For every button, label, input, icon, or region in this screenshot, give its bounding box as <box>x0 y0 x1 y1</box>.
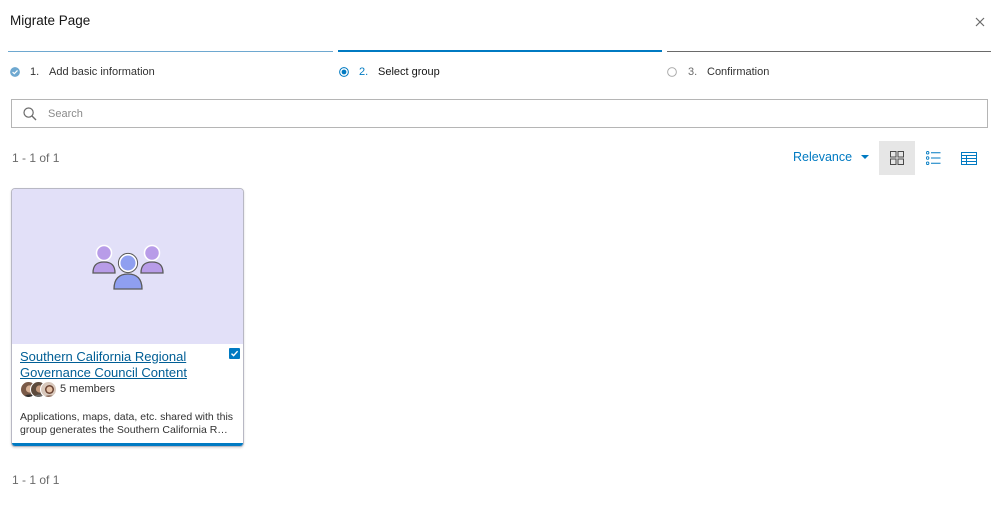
group-select-checkbox[interactable] <box>229 348 240 359</box>
list-icon <box>925 151 940 165</box>
step-number: 1. <box>30 66 40 78</box>
close-button[interactable] <box>971 13 989 31</box>
step-number: 3. <box>688 66 698 78</box>
sort-dropdown[interactable]: Relevance <box>793 150 870 164</box>
radio-empty-icon <box>667 67 677 77</box>
close-icon <box>975 17 985 27</box>
step-confirmation[interactable]: 3. Confirmation <box>667 44 991 84</box>
step-progress-bar <box>338 50 662 52</box>
step-progress-bar <box>8 51 333 52</box>
results-count-footer: 1 - 1 of 1 <box>12 473 60 487</box>
search-input[interactable] <box>48 105 948 123</box>
stepper: 1. Add basic information 2. Select group… <box>0 44 999 84</box>
group-description: Applications, maps, data, etc. shared wi… <box>20 411 238 437</box>
search-bar <box>11 99 988 128</box>
group-title-link[interactable]: Southern California Regional Governance … <box>20 349 215 381</box>
step-label: Select group <box>378 66 440 78</box>
search-icon <box>23 107 37 121</box>
member-avatars <box>20 381 60 399</box>
selected-indicator <box>12 443 243 446</box>
check-circle-icon <box>10 67 20 77</box>
checkmark-icon <box>231 350 239 357</box>
caret-down-icon <box>861 155 870 159</box>
group-thumbnail <box>12 189 243 344</box>
description-line: group generates the Southern California … <box>20 424 230 436</box>
step-label: Confirmation <box>707 66 770 78</box>
step-label: Add basic information <box>49 66 155 78</box>
table-icon <box>961 151 977 165</box>
member-count: 5 members <box>60 383 116 395</box>
sort-label: Relevance <box>793 150 853 164</box>
list-view-button[interactable] <box>915 141 951 175</box>
avatar <box>40 381 57 398</box>
group-users-icon <box>92 244 164 290</box>
step-number: 2. <box>359 66 369 78</box>
description-line: Applications, maps, data, etc. shared wi… <box>20 411 234 423</box>
table-view-button[interactable] <box>951 141 987 175</box>
step-add-basic-information[interactable]: 1. Add basic information <box>8 44 333 84</box>
dialog-title: Migrate Page <box>10 13 91 28</box>
step-progress-bar <box>667 51 991 52</box>
radio-selected-icon <box>339 67 349 77</box>
grid-icon <box>890 151 904 165</box>
group-card[interactable]: Southern California Regional Governance … <box>11 188 244 447</box>
step-select-group[interactable]: 2. Select group <box>338 44 662 84</box>
grid-view-button[interactable] <box>879 141 915 175</box>
results-count: 1 - 1 of 1 <box>12 151 60 165</box>
